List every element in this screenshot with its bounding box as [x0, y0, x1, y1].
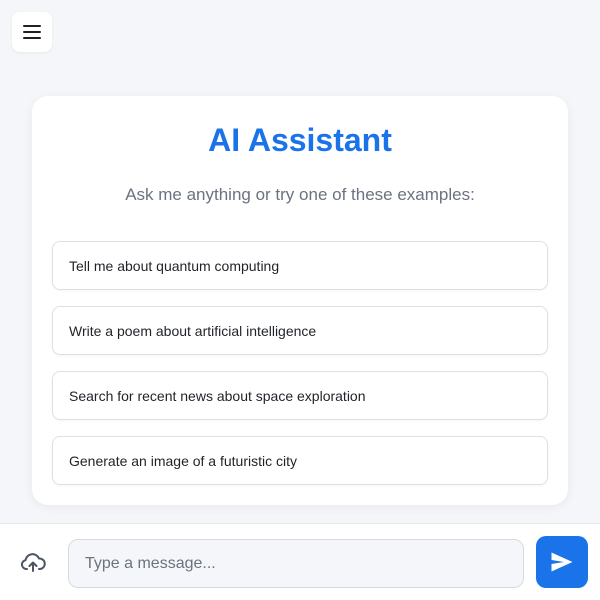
message-input[interactable]: [68, 539, 524, 588]
chat-page: AI Assistant Ask me anything or try one …: [0, 0, 600, 600]
cloud-upload-icon: [20, 553, 46, 572]
page-title: AI Assistant: [208, 122, 392, 158]
example-prompt-button[interactable]: Search for recent news about space explo…: [52, 371, 548, 420]
upload-button[interactable]: [18, 548, 48, 578]
menu-button[interactable]: [12, 12, 52, 52]
example-prompt-button[interactable]: Generate an image of a futuristic city: [52, 436, 548, 485]
welcome-subtitle: Ask me anything or try one of these exam…: [125, 185, 475, 204]
send-icon: [551, 552, 573, 572]
example-prompt-button[interactable]: Write a poem about artificial intelligen…: [52, 306, 548, 355]
hamburger-menu-icon: [23, 25, 41, 39]
send-button[interactable]: [536, 536, 588, 588]
example-prompt-button[interactable]: Tell me about quantum computing: [52, 241, 548, 290]
